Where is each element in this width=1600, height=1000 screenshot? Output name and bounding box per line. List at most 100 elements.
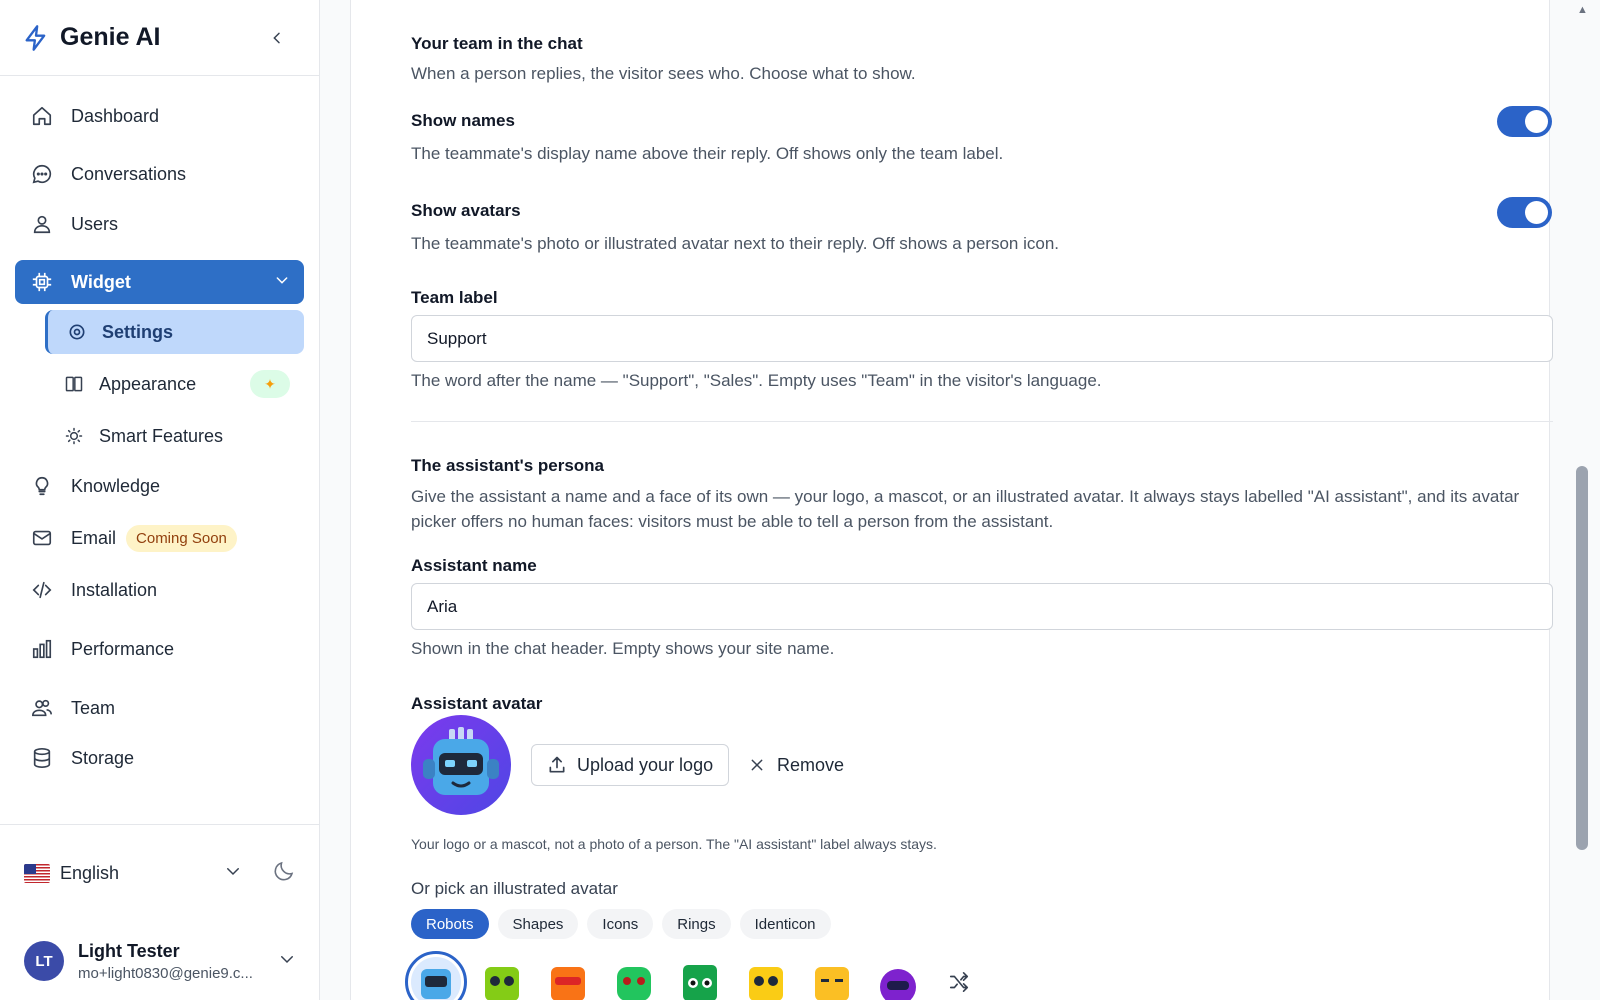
avatar: LT	[24, 941, 64, 981]
nav-label-team: Team	[71, 697, 116, 718]
robot-avatar-option-2[interactable]	[477, 957, 527, 1000]
user-email: mo+light0830@genie9.c...	[78, 964, 253, 982]
show-avatars-toggle[interactable]	[1497, 197, 1552, 228]
home-icon	[29, 103, 55, 129]
nav-item-storage[interactable]: Storage	[15, 736, 304, 780]
chat-bubble-icon	[29, 161, 55, 187]
settings-panel: Your team in the chat When a person repl…	[350, 0, 1553, 1000]
main-nav: Dashboard Conversations Users Widget Set…	[0, 76, 319, 780]
sub-item-smart-features[interactable]: Smart Features	[45, 414, 304, 458]
robot-avatar-option-5[interactable]	[675, 957, 725, 1000]
tab-icons[interactable]: Icons	[587, 909, 654, 939]
upload-icon	[547, 755, 567, 775]
nav-label-conversations: Conversations	[71, 163, 187, 184]
lightbulb-icon	[29, 473, 55, 499]
chevron-down-icon	[278, 950, 296, 973]
chip-icon	[29, 269, 55, 295]
robot-avatar-icon	[423, 727, 499, 795]
shuffle-icon[interactable]	[939, 957, 979, 1000]
sub-item-appearance[interactable]: Appearance ✦	[45, 362, 304, 406]
nav-item-dashboard[interactable]: Dashboard	[15, 94, 304, 138]
app-root: Genie AI Dashboard Conversations Users W…	[0, 0, 1600, 1000]
nav-label-performance: Performance	[71, 638, 175, 659]
remove-avatar-label: Remove	[777, 754, 845, 775]
nav-item-users[interactable]: Users	[15, 202, 304, 246]
section-title-persona: The assistant's persona	[411, 456, 605, 475]
nav-label-installation: Installation	[71, 579, 158, 600]
lightbulb-icon	[63, 425, 85, 447]
database-icon	[29, 745, 55, 771]
robot-avatar-option-3[interactable]	[543, 957, 593, 1000]
team-label-label: Team label	[411, 288, 498, 307]
robot-avatar-option-1[interactable]	[405, 951, 467, 1000]
robot-avatar-option-8[interactable]	[873, 957, 923, 1000]
collapse-sidebar-icon[interactable]	[263, 24, 291, 52]
section-description-persona-2: picker offers no human faces: visitors m…	[411, 512, 1054, 531]
scroll-up-icon[interactable]: ▲	[1577, 4, 1588, 16]
sub-label-settings: Settings	[102, 321, 174, 342]
nav-item-email[interactable]: Email Coming Soon	[15, 516, 304, 560]
chevron-down-icon	[274, 272, 290, 293]
user-icon	[29, 211, 55, 237]
robot-avatar-option-6[interactable]	[741, 957, 791, 1000]
tab-identicon[interactable]: Identicon	[739, 909, 831, 939]
nav-label-knowledge: Knowledge	[71, 475, 161, 496]
upload-logo-label: Upload your logo	[577, 754, 714, 775]
assistant-name-help: Shown in the chat header. Empty shows yo…	[411, 639, 835, 658]
language-selector[interactable]: English	[0, 825, 320, 921]
users-icon	[29, 695, 55, 721]
gear-icon	[66, 321, 88, 343]
us-flag-icon	[24, 863, 50, 883]
sub-item-settings[interactable]: Settings	[45, 310, 304, 354]
nav-item-team[interactable]: Team	[15, 686, 304, 730]
sub-label-appearance: Appearance	[99, 373, 197, 394]
user-menu[interactable]: LT Light Tester mo+light0830@genie9.c...	[0, 921, 320, 1000]
nav-item-conversations[interactable]: Conversations	[15, 152, 304, 196]
robot-avatar-option-7[interactable]	[807, 957, 857, 1000]
nav-label-storage: Storage	[71, 747, 135, 768]
upload-logo-button[interactable]: Upload your logo	[531, 744, 730, 786]
robot-avatar-option-4[interactable]	[609, 957, 659, 1000]
assistant-name-input[interactable]: Aria	[411, 583, 1553, 630]
toggle-knob	[1525, 110, 1548, 133]
tab-rings[interactable]: Rings	[662, 909, 731, 939]
nav-item-widget[interactable]: Widget	[15, 260, 304, 304]
user-name: Light Tester	[78, 940, 180, 961]
show-names-toggle[interactable]	[1497, 106, 1552, 137]
toggle-knob	[1525, 201, 1548, 224]
section-description-team: When a person replies, the visitor sees …	[411, 64, 916, 83]
close-icon	[749, 757, 765, 773]
nav-label-dashboard: Dashboard	[71, 105, 160, 126]
chevron-down-icon	[224, 862, 242, 885]
assistant-avatar-preview	[411, 715, 511, 815]
nav-item-installation[interactable]: Installation	[15, 568, 304, 612]
book-open-icon	[63, 373, 85, 395]
code-icon	[29, 577, 55, 603]
sparkle-icon: ✦	[250, 370, 290, 398]
coming-soon-badge: Coming Soon	[126, 524, 237, 552]
nav-item-performance[interactable]: Performance	[15, 627, 304, 671]
avatar-note: Your logo or a mascot, not a photo of a …	[411, 836, 937, 852]
scrollbar-thumb[interactable]	[1576, 466, 1588, 850]
lightning-icon	[22, 24, 50, 52]
team-label-input[interactable]: Support	[411, 315, 1553, 362]
section-divider	[411, 421, 1553, 422]
section-title-team: Your team in the chat	[411, 34, 583, 53]
sub-label-smart-features: Smart Features	[99, 425, 224, 446]
team-label-help: The word after the name — "Support", "Sa…	[411, 371, 1102, 390]
avatar-options	[405, 951, 979, 1000]
show-avatars-label: Show avatars	[411, 201, 521, 220]
avatar-category-tabs: Robots Shapes Icons Rings Identicon	[411, 909, 831, 939]
section-description-persona-1: Give the assistant a name and a face of …	[411, 487, 1520, 506]
brand-name: Genie AI	[60, 23, 161, 51]
bar-chart-icon	[29, 636, 55, 662]
show-avatars-description: The teammate's photo or illustrated avat…	[411, 234, 1059, 253]
tab-robots[interactable]: Robots	[411, 909, 489, 939]
nav-item-knowledge[interactable]: Knowledge	[15, 464, 304, 508]
scrollbar[interactable]: ▲	[1572, 0, 1592, 1000]
main-content: Your team in the chat When a person repl…	[320, 0, 1600, 1000]
tab-shapes[interactable]: Shapes	[497, 909, 579, 939]
remove-avatar-button[interactable]: Remove	[749, 744, 844, 786]
mail-icon	[29, 525, 55, 551]
moon-icon[interactable]	[272, 859, 296, 888]
